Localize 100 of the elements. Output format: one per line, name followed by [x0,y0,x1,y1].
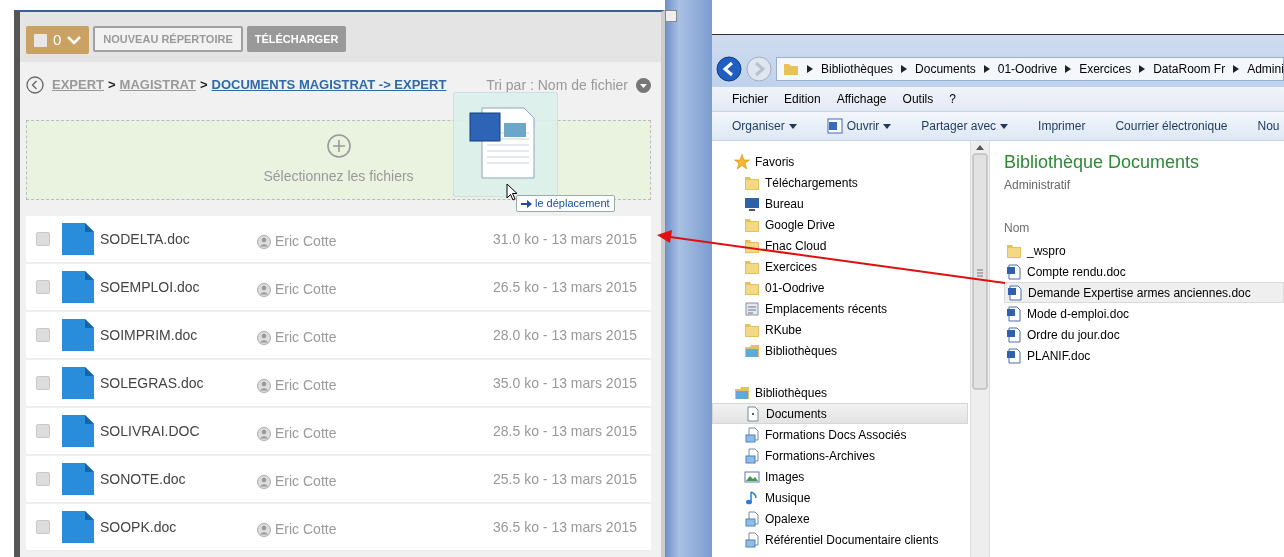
file-name[interactable]: SONOTE.doc [100,468,257,490]
folder-icon [744,174,760,191]
checkbox[interactable] [36,520,50,534]
tooltip-text: le déplacement [535,196,610,212]
file-name[interactable]: SOLEGRAS.doc [100,372,257,394]
address-segment[interactable]: Bibliothèques [821,59,894,78]
checkbox[interactable] [36,280,50,294]
user-icon [257,426,271,441]
command-button[interactable]: Imprimer [1038,117,1086,135]
nav-item[interactable]: Documents [712,403,968,424]
nav-item[interactable]: Images [712,466,970,487]
checkbox[interactable] [36,424,50,438]
scroll-up-icon[interactable] [976,145,984,150]
address-segment[interactable]: DataRoom Fr [1153,59,1226,78]
command-button[interactable]: Courrier électronique [1115,117,1228,135]
menu-item[interactable]: Fichier [732,90,768,108]
column-header[interactable]: Nom [1004,219,1030,237]
user-icon [257,234,271,249]
file-item[interactable]: Compte rendu.doc [1004,261,1284,282]
checkbox[interactable] [36,376,50,390]
file-item[interactable]: Demande Expertise armes anciennes.doc [1004,282,1284,303]
checkbox[interactable] [36,328,50,342]
nav-item[interactable]: Référentiel Documentaire clients [712,529,970,550]
back-icon[interactable] [716,55,742,82]
nav-item[interactable]: Bibliothèques [712,340,970,361]
back-icon[interactable] [26,76,44,94]
recent-places-icon [744,300,760,317]
nav-item[interactable]: RKube [712,319,970,340]
address-segment[interactable]: Admini [1247,59,1283,78]
command-button[interactable]: Organiser [732,117,797,135]
scroll-thumb-icon[interactable] [972,150,988,390]
file-item[interactable]: Ordre du jour.doc [1004,324,1284,345]
command-button[interactable]: Partager avec [921,117,1009,135]
nav-item[interactable]: Favoris [712,151,970,172]
word-document-icon [1007,284,1023,301]
triangle-right-icon [901,64,908,73]
address-segment[interactable]: Documents [915,59,976,78]
command-button[interactable]: Ouvrir [826,117,892,135]
word-document-icon [1006,305,1022,322]
nav-item[interactable]: Google Drive [712,214,970,235]
file-item[interactable]: Mode d-emploi.doc [1004,303,1284,324]
file-info: 28.5 ko - 13 mars 2015 [493,421,637,441]
triangle-right-icon [983,64,990,73]
nav-item[interactable]: Bibliothèques [712,382,970,403]
file-item[interactable]: PLANIF.doc [1004,345,1284,366]
address-segment[interactable]: 01-Oodrive [997,59,1058,78]
nav-item[interactable]: Bureau [712,193,970,214]
word-document-icon [1006,326,1022,343]
user-icon [257,474,271,489]
checkbox[interactable] [36,232,50,246]
nav-item[interactable]: Opalexe [712,508,970,529]
file-info: 28.0 ko - 13 mars 2015 [493,325,637,345]
owner-name: Eric Cotte [275,424,337,443]
owner-name: Eric Cotte [275,376,337,395]
dropdown-arrow-icon [1000,123,1009,129]
document-icon [62,223,94,255]
menu-item[interactable]: ? [949,90,956,108]
user-icon [257,522,271,537]
file-name[interactable]: SOOPK.doc [100,516,257,538]
menu-item[interactable]: Outils [902,90,934,108]
nav-item[interactable]: Téléchargements [712,172,970,193]
nav-item[interactable]: Formations-Archives [712,445,970,466]
breadcrumb-link[interactable]: DOCUMENTS MAGISTRAT -> EXPERT [211,75,447,95]
file-name[interactable]: SOIMPRIM.doc [100,324,257,346]
nav-item[interactable]: Formations Docs Associés [712,424,970,445]
owner-name: Eric Cotte [275,472,337,491]
folder-icon [744,258,760,275]
triangle-right-icon [807,64,813,73]
command-button[interactable]: Nou [1257,117,1280,135]
document-icon [62,271,94,303]
file-info: 35.0 ko - 13 mars 2015 [493,373,637,393]
nav-item[interactable]: Fnac Cloud [712,235,970,256]
file-name[interactable]: SOEMPLOI.doc [100,276,257,298]
user-icon [257,330,271,345]
nav-item[interactable]: Emplacements récents [712,298,970,319]
chevron-down-icon [67,35,82,45]
music-note-icon [744,489,760,506]
file-item[interactable]: _wspro [1004,240,1284,261]
file-info: 26.5 ko - 13 mars 2015 [493,277,637,297]
checkbox[interactable] [36,472,50,486]
user-icon [257,282,271,297]
triangle-right-icon [1139,64,1146,73]
nav-item[interactable]: 01-Oodrive [712,277,970,298]
address-segment[interactable]: Exercices [1079,59,1132,78]
library-icon [744,342,760,359]
nav-item[interactable]: Musique [712,487,970,508]
breadcrumb-separator: > [199,76,208,95]
file-name[interactable]: SOLIVRAI.DOC [100,420,257,442]
menu-item[interactable]: Edition [784,90,821,108]
owner-name: Eric Cotte [275,520,337,539]
nav-item[interactable]: Exercices [712,256,970,277]
document-icon [62,367,94,399]
menu-item[interactable]: Affichage [836,90,887,108]
dropdown-icon[interactable] [636,77,651,93]
file-name[interactable]: SODELTA.doc [100,228,257,250]
document-library-icon [744,531,760,548]
document-icon [62,319,94,351]
document-icon [745,405,761,422]
add-icon[interactable] [326,133,351,158]
breadcrumb-separator: > [108,76,116,95]
